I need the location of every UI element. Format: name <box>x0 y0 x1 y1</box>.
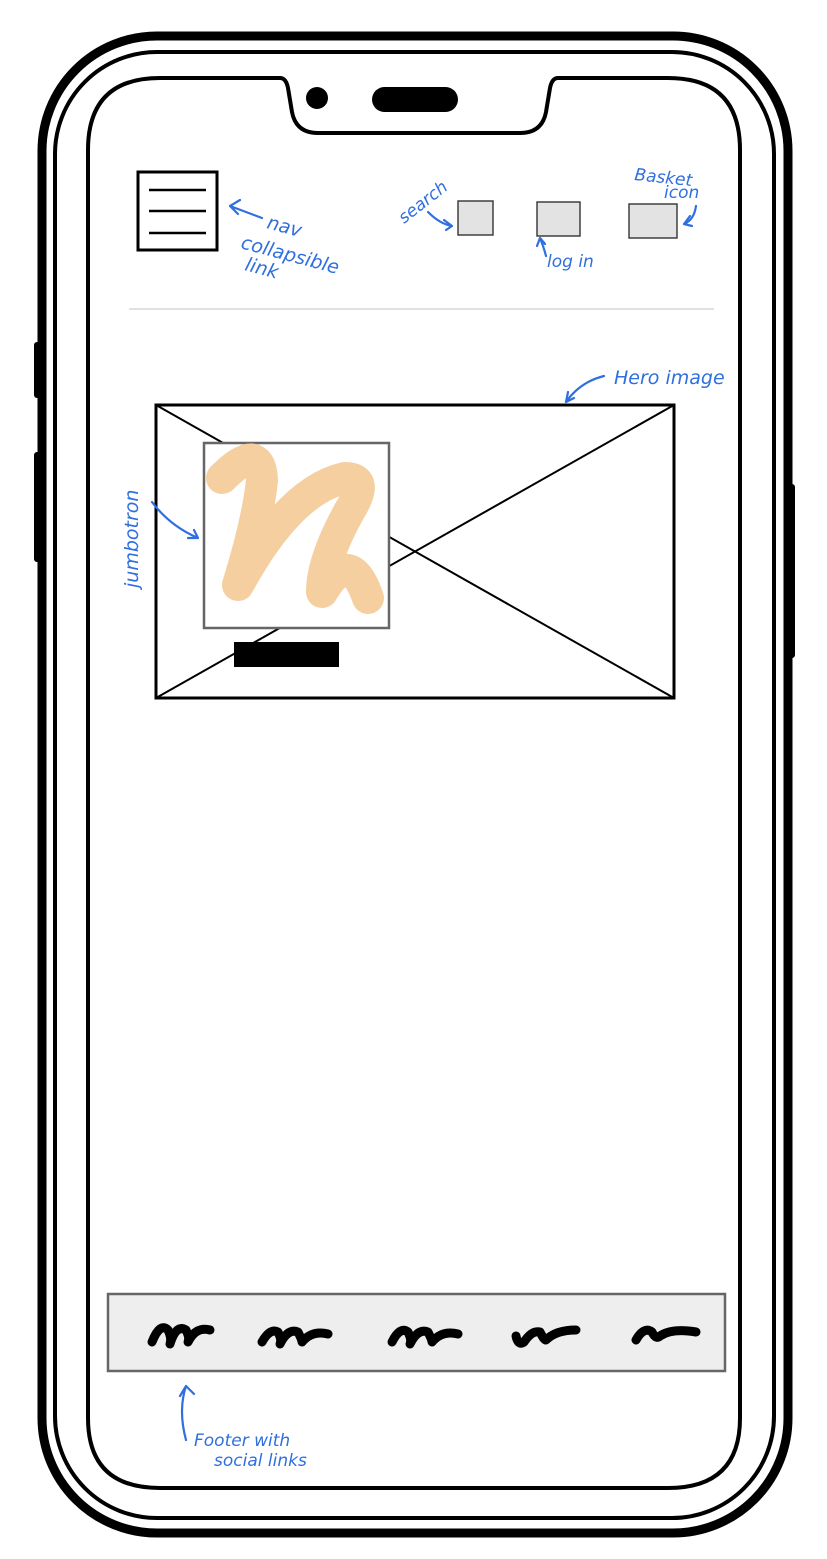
footer-annotation-line-1: Footer with <box>194 1431 290 1451</box>
footer <box>106 1292 727 1373</box>
jumbotron-annotation: jumbotron <box>121 490 143 591</box>
basket-icon[interactable] <box>628 203 678 239</box>
phone-screen <box>86 76 742 1490</box>
search-icon[interactable] <box>457 200 494 236</box>
wireframe-canvas: nav collapsible link search log in Baske… <box>34 31 795 1538</box>
hero-cta-button[interactable] <box>234 642 339 667</box>
login-annotation-arrow <box>535 236 548 258</box>
nav-annotation-line-1: nav <box>265 212 305 242</box>
basket-annotation-line-2: icon <box>664 183 699 203</box>
search-annotation-arrow <box>426 210 454 232</box>
basket-annotation-arrow <box>682 204 698 228</box>
footer-annotation-arrow <box>178 1384 196 1442</box>
login-icon[interactable] <box>536 201 581 237</box>
login-annotation: log in <box>547 252 594 272</box>
speaker-grille <box>372 87 458 112</box>
nav-annotation-arrow <box>228 198 264 220</box>
camera-icon <box>306 87 328 109</box>
hero-annotation: Hero image <box>614 367 725 389</box>
footer-annotation-line-2: social links <box>214 1451 307 1471</box>
nav-hamburger-button[interactable] <box>136 170 219 252</box>
hero-annotation-arrow <box>564 374 606 404</box>
jumbotron <box>202 441 391 630</box>
